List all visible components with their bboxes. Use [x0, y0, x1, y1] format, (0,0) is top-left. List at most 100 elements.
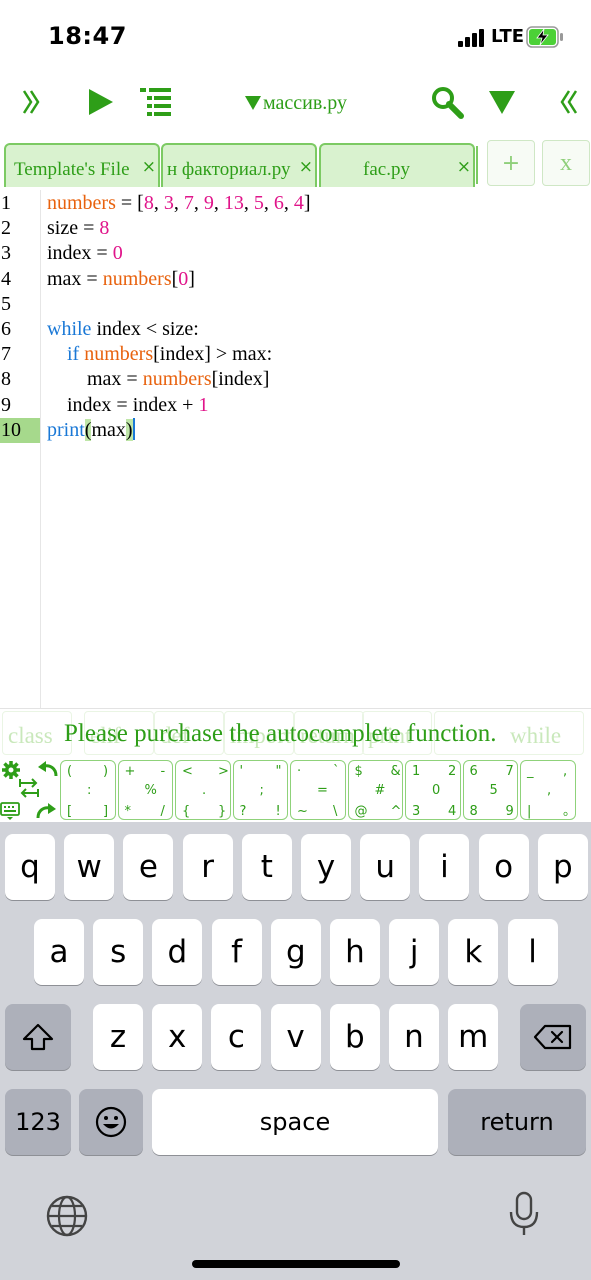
code-line[interactable]: 3 index = 0 — [0, 241, 591, 266]
code-token: , — [173, 192, 184, 214]
key-o[interactable]: o — [478, 834, 529, 900]
code-token: max = — [47, 368, 143, 391]
search-button[interactable] — [428, 82, 466, 122]
indent-arrows-icon[interactable] — [18, 778, 40, 798]
line-number: 3 — [1, 242, 11, 265]
tab-fac-py[interactable]: fac.py × — [319, 143, 475, 187]
tab-templates-file[interactable]: Template's File × — [4, 143, 160, 187]
code-token: 0 — [178, 267, 189, 290]
key-m[interactable]: m — [448, 1004, 499, 1070]
code-text[interactable]: print(max) — [47, 417, 135, 443]
delete-key[interactable] — [520, 1004, 586, 1070]
symbol-key[interactable]: 6 758 9 — [462, 760, 518, 820]
collapse-left-button[interactable] — [14, 82, 48, 122]
key-c[interactable]: c — [211, 1004, 262, 1070]
numbers-key[interactable]: 123 — [5, 1089, 71, 1155]
symbol-char: 0 — [432, 783, 441, 798]
key-a[interactable]: a — [34, 919, 84, 985]
symbol-key[interactable]: · ` = ~ \ — [290, 760, 346, 820]
key-p[interactable]: p — [537, 834, 588, 900]
symbol-key[interactable]: (): [] — [60, 760, 116, 820]
symbol-char: ! — [275, 804, 281, 819]
code-line[interactable]: 6 while index < size: — [0, 317, 591, 342]
code-token: 1 — [198, 393, 209, 416]
run-button[interactable] — [80, 82, 120, 122]
symbol-char: 。 — [563, 804, 577, 819]
code-token: index = index + — [47, 393, 199, 416]
key-x[interactable]: x — [152, 1004, 203, 1070]
symbol-key[interactable]: _,, | 。 — [520, 760, 576, 820]
outline-button[interactable] — [136, 82, 176, 122]
globe-icon[interactable] — [45, 1194, 89, 1238]
key-w[interactable]: w — [64, 834, 115, 900]
space-key[interactable]: space — [152, 1089, 438, 1155]
code-token: 9 — [203, 192, 214, 214]
symbol-key[interactable]: ' ";?! — [232, 760, 288, 820]
undo-icon[interactable] — [36, 760, 58, 778]
key-j[interactable]: j — [389, 919, 440, 985]
code-line[interactable]: 1 numbers = [8, 3, 7, 9, 13, 5, 6, 4] — [0, 191, 591, 216]
symbol-key[interactable]: + -% * / — [117, 760, 173, 820]
file-selector[interactable]: массив.ру — [245, 90, 347, 116]
close-all-tabs-button[interactable]: x — [542, 140, 590, 186]
key-y[interactable]: y — [301, 834, 351, 900]
code-line[interactable]: 7 if numbers[index] > max: — [0, 342, 591, 367]
gear-icon[interactable] — [1, 760, 21, 780]
key-u[interactable]: u — [360, 834, 411, 900]
keyboard-icon[interactable] — [0, 802, 20, 820]
tab-close-icon[interactable]: × — [299, 157, 313, 177]
key-g[interactable]: g — [270, 919, 321, 985]
key-r[interactable]: r — [182, 834, 233, 900]
key-z[interactable]: z — [93, 1004, 143, 1070]
key-b[interactable]: b — [329, 1004, 380, 1070]
key-k[interactable]: k — [448, 919, 499, 985]
code-editor[interactable]: 1 numbers = [8, 3, 7, 9, 13, 5, 6, 4] 2 siz… — [0, 190, 591, 708]
key-l[interactable]: l — [507, 919, 558, 985]
key-n[interactable]: n — [389, 1004, 439, 1070]
code-token: 8 — [143, 192, 154, 214]
code-line[interactable]: 10 print(max) — [0, 417, 591, 443]
collapse-right-button[interactable] — [554, 82, 584, 122]
menu-dropdown-button[interactable] — [484, 82, 520, 122]
key-s[interactable]: s — [93, 919, 144, 985]
triangle-down-icon — [489, 91, 515, 114]
key-h[interactable]: h — [330, 919, 380, 985]
autocomplete-purchase-message[interactable]: Please purchase the autocomplete functio… — [64, 720, 496, 748]
add-tab-button[interactable]: + — [487, 140, 535, 186]
emoji-key[interactable] — [79, 1089, 143, 1155]
code-text[interactable]: max = numbers[0] — [47, 267, 195, 292]
symbol-key[interactable]: 1 203 4 — [405, 760, 461, 820]
redo-icon[interactable] — [36, 802, 58, 820]
symbol-key[interactable]: $ & # @ ^ — [347, 760, 403, 820]
code-text[interactable]: size = 8 — [47, 216, 109, 241]
key-f[interactable]: f — [211, 919, 262, 985]
code-line[interactable]: 4 max = numbers[0] — [0, 267, 591, 292]
key-t[interactable]: t — [241, 834, 292, 900]
code-text[interactable]: index = index + 1 — [47, 393, 208, 418]
code-text[interactable]: index = 0 — [47, 241, 123, 266]
code-token: if — [67, 343, 80, 366]
code-text[interactable]: if numbers[index] > max: — [47, 342, 272, 367]
key-i[interactable]: i — [419, 834, 470, 900]
key-q[interactable]: q — [5, 834, 55, 900]
code-line[interactable]: 5 — [0, 292, 591, 317]
tab-close-icon[interactable]: × — [457, 157, 471, 177]
key-e[interactable]: e — [123, 834, 174, 900]
code-line[interactable]: 8 max = numbers[index] — [0, 367, 591, 392]
key-v[interactable]: v — [270, 1004, 321, 1070]
code-text[interactable]: while index < size: — [47, 317, 199, 342]
return-key[interactable]: return — [448, 1089, 586, 1155]
symbol-char: - — [160, 764, 166, 779]
code-line[interactable]: 9 index = index + 1 — [0, 393, 591, 418]
symbol-char: & — [390, 764, 401, 779]
code-text[interactable]: max = numbers[index] — [47, 367, 269, 392]
shift-key[interactable] — [5, 1004, 71, 1070]
symbol-key[interactable]: < >. {} — [175, 760, 231, 820]
tab-factorial[interactable]: н факториал.ру × — [161, 143, 317, 187]
tab-close-icon[interactable]: × — [142, 157, 156, 177]
code-text[interactable]: numbers = [8, 3, 7, 9, 13, 5, 6, 4] — [47, 191, 311, 216]
key-d[interactable]: d — [152, 919, 203, 985]
home-indicator[interactable] — [192, 1260, 400, 1268]
microphone-icon[interactable] — [504, 1190, 544, 1238]
code-line[interactable]: 2 size = 8 — [0, 216, 591, 241]
